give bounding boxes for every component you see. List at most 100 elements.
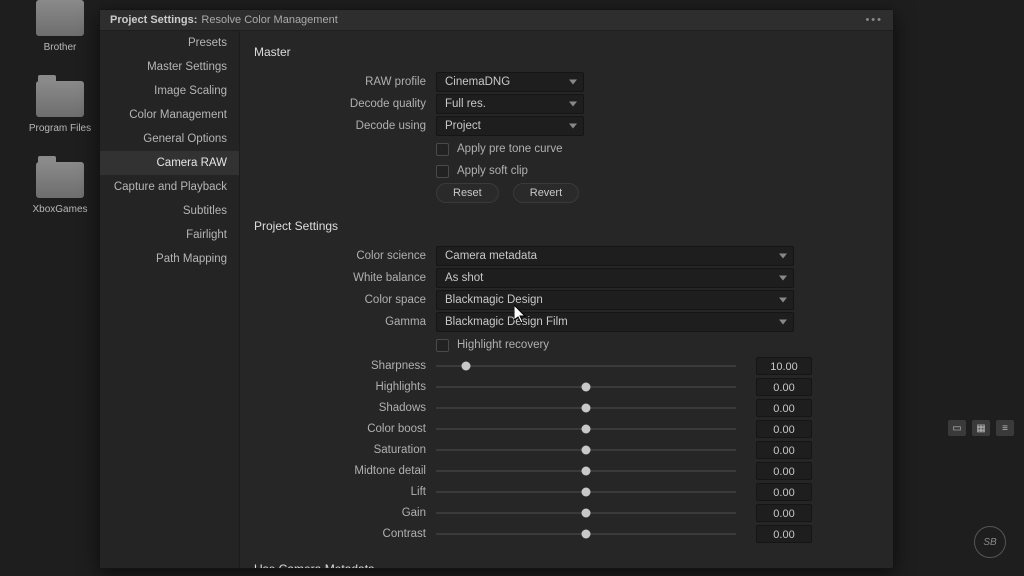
dropdown-raw-profile[interactable]: CinemaDNG xyxy=(436,72,584,92)
dropdown-gamma[interactable]: Blackmagic Design Film xyxy=(436,312,794,332)
slider-value[interactable]: 10.00 xyxy=(756,357,812,375)
slider-row-gain: Gain 0.00 xyxy=(254,502,875,523)
chevron-down-icon xyxy=(569,80,577,85)
slider-value[interactable]: 0.00 xyxy=(756,462,812,480)
slider-label: Shadows xyxy=(254,402,436,414)
folder-label: XboxGames xyxy=(20,204,100,215)
slider-label: Color boost xyxy=(254,423,436,435)
slider-track[interactable] xyxy=(436,491,736,493)
slider-row-sharpness: Sharpness 10.00 xyxy=(254,355,875,376)
slider-row-midtone-detail: Midtone detail 0.00 xyxy=(254,460,875,481)
slider-track[interactable] xyxy=(436,449,736,451)
slider-thumb[interactable] xyxy=(582,424,591,433)
slider-row-shadows: Shadows 0.00 xyxy=(254,397,875,418)
checkbox-apply-pre-tone[interactable]: Apply pre tone curve xyxy=(436,139,562,159)
dropdown-decode-quality[interactable]: Full res. xyxy=(436,94,584,114)
view-grid-icon[interactable]: ▦ xyxy=(972,420,990,436)
dialog-title: Project Settings: xyxy=(110,14,197,26)
slider-label: Gain xyxy=(254,507,436,519)
slider-value[interactable]: 0.00 xyxy=(756,378,812,396)
revert-button[interactable]: Revert xyxy=(513,183,579,203)
label-decode-quality: Decode quality xyxy=(254,98,436,110)
slider-value[interactable]: 0.00 xyxy=(756,504,812,522)
label-color-science: Color science xyxy=(254,250,436,262)
checkbox-icon xyxy=(436,143,449,156)
checkbox-highlight-recovery[interactable]: Highlight recovery xyxy=(436,335,549,355)
folder-icon xyxy=(36,162,84,198)
slider-value[interactable]: 0.00 xyxy=(756,483,812,501)
dialog-titlebar: Project Settings: Resolve Color Manageme… xyxy=(100,10,893,31)
slider-thumb[interactable] xyxy=(582,529,591,538)
slider-row-lift: Lift 0.00 xyxy=(254,481,875,502)
label-decode-using: Decode using xyxy=(254,120,436,132)
slider-thumb[interactable] xyxy=(582,466,591,475)
sidebar-item-path-mapping[interactable]: Path Mapping xyxy=(100,247,239,271)
chevron-down-icon xyxy=(779,298,787,303)
view-list-icon[interactable]: ≡ xyxy=(996,420,1014,436)
slider-thumb[interactable] xyxy=(582,508,591,517)
slider-track[interactable] xyxy=(436,386,736,388)
sidebar-item-image-scaling[interactable]: Image Scaling xyxy=(100,79,239,103)
slider-row-contrast: Contrast 0.00 xyxy=(254,523,875,544)
slider-track[interactable] xyxy=(436,428,736,430)
desktop-folder[interactable]: Brother xyxy=(20,0,100,53)
dropdown-white-balance[interactable]: As shot xyxy=(436,268,794,288)
viewer-toolbar: ▭ ▦ ≡ xyxy=(948,420,1014,436)
chevron-down-icon xyxy=(569,124,577,129)
checkbox-apply-soft-clip[interactable]: Apply soft clip xyxy=(436,161,528,181)
slider-track[interactable] xyxy=(436,470,736,472)
sidebar-item-color-management[interactable]: Color Management xyxy=(100,103,239,127)
slider-label: Highlights xyxy=(254,381,436,393)
slider-row-saturation: Saturation 0.00 xyxy=(254,439,875,460)
slider-value[interactable]: 0.00 xyxy=(756,399,812,417)
reset-button[interactable]: Reset xyxy=(436,183,499,203)
label-raw-profile: RAW profile xyxy=(254,76,436,88)
slider-label: Saturation xyxy=(254,444,436,456)
slider-row-highlights: Highlights 0.00 xyxy=(254,376,875,397)
view-single-icon[interactable]: ▭ xyxy=(948,420,966,436)
label-white-balance: White balance xyxy=(254,272,436,284)
slider-value[interactable]: 0.00 xyxy=(756,525,812,543)
desktop-folder[interactable]: Program Files xyxy=(20,81,100,134)
desktop-folder[interactable]: XboxGames xyxy=(20,162,100,215)
slider-track[interactable] xyxy=(436,533,736,535)
slider-thumb[interactable] xyxy=(582,445,591,454)
dropdown-decode-using[interactable]: Project xyxy=(436,116,584,136)
dropdown-color-science[interactable]: Camera metadata xyxy=(436,246,794,266)
project-settings-dialog: Project Settings: Resolve Color Manageme… xyxy=(99,9,894,569)
slider-label: Sharpness xyxy=(254,360,436,372)
sidebar-item-presets[interactable]: Presets xyxy=(100,31,239,55)
chevron-down-icon xyxy=(569,102,577,107)
slider-track[interactable] xyxy=(436,365,736,367)
folder-icon xyxy=(36,0,84,36)
slider-value[interactable]: 0.00 xyxy=(756,420,812,438)
slider-thumb[interactable] xyxy=(582,403,591,412)
slider-track[interactable] xyxy=(436,512,736,514)
dropdown-color-space[interactable]: Blackmagic Design xyxy=(436,290,794,310)
dialog-menu-icon[interactable]: ••• xyxy=(865,14,883,26)
chevron-down-icon xyxy=(779,276,787,281)
sidebar-item-subtitles[interactable]: Subtitles xyxy=(100,199,239,223)
chevron-down-icon xyxy=(779,320,787,325)
section-title-use-camera-metadata: Use Camera Metadata xyxy=(254,562,875,568)
section-title-project-settings: Project Settings xyxy=(254,219,875,233)
slider-thumb[interactable] xyxy=(462,361,471,370)
sidebar-item-fairlight[interactable]: Fairlight xyxy=(100,223,239,247)
slider-label: Lift xyxy=(254,486,436,498)
slider-label: Midtone detail xyxy=(254,465,436,477)
sidebar-item-camera-raw[interactable]: Camera RAW xyxy=(100,151,239,175)
slider-row-color-boost: Color boost 0.00 xyxy=(254,418,875,439)
watermark-badge: SB xyxy=(974,526,1006,558)
slider-track[interactable] xyxy=(436,407,736,409)
sidebar-item-general-options[interactable]: General Options xyxy=(100,127,239,151)
folder-label: Program Files xyxy=(20,123,100,134)
slider-label: Contrast xyxy=(254,528,436,540)
sidebar-item-master-settings[interactable]: Master Settings xyxy=(100,55,239,79)
slider-thumb[interactable] xyxy=(582,487,591,496)
slider-value[interactable]: 0.00 xyxy=(756,441,812,459)
sidebar-item-capture-playback[interactable]: Capture and Playback xyxy=(100,175,239,199)
label-gamma: Gamma xyxy=(254,316,436,328)
slider-thumb[interactable] xyxy=(582,382,591,391)
settings-sidebar: Presets Master Settings Image Scaling Co… xyxy=(100,31,240,568)
section-title-master: Master xyxy=(254,45,875,59)
